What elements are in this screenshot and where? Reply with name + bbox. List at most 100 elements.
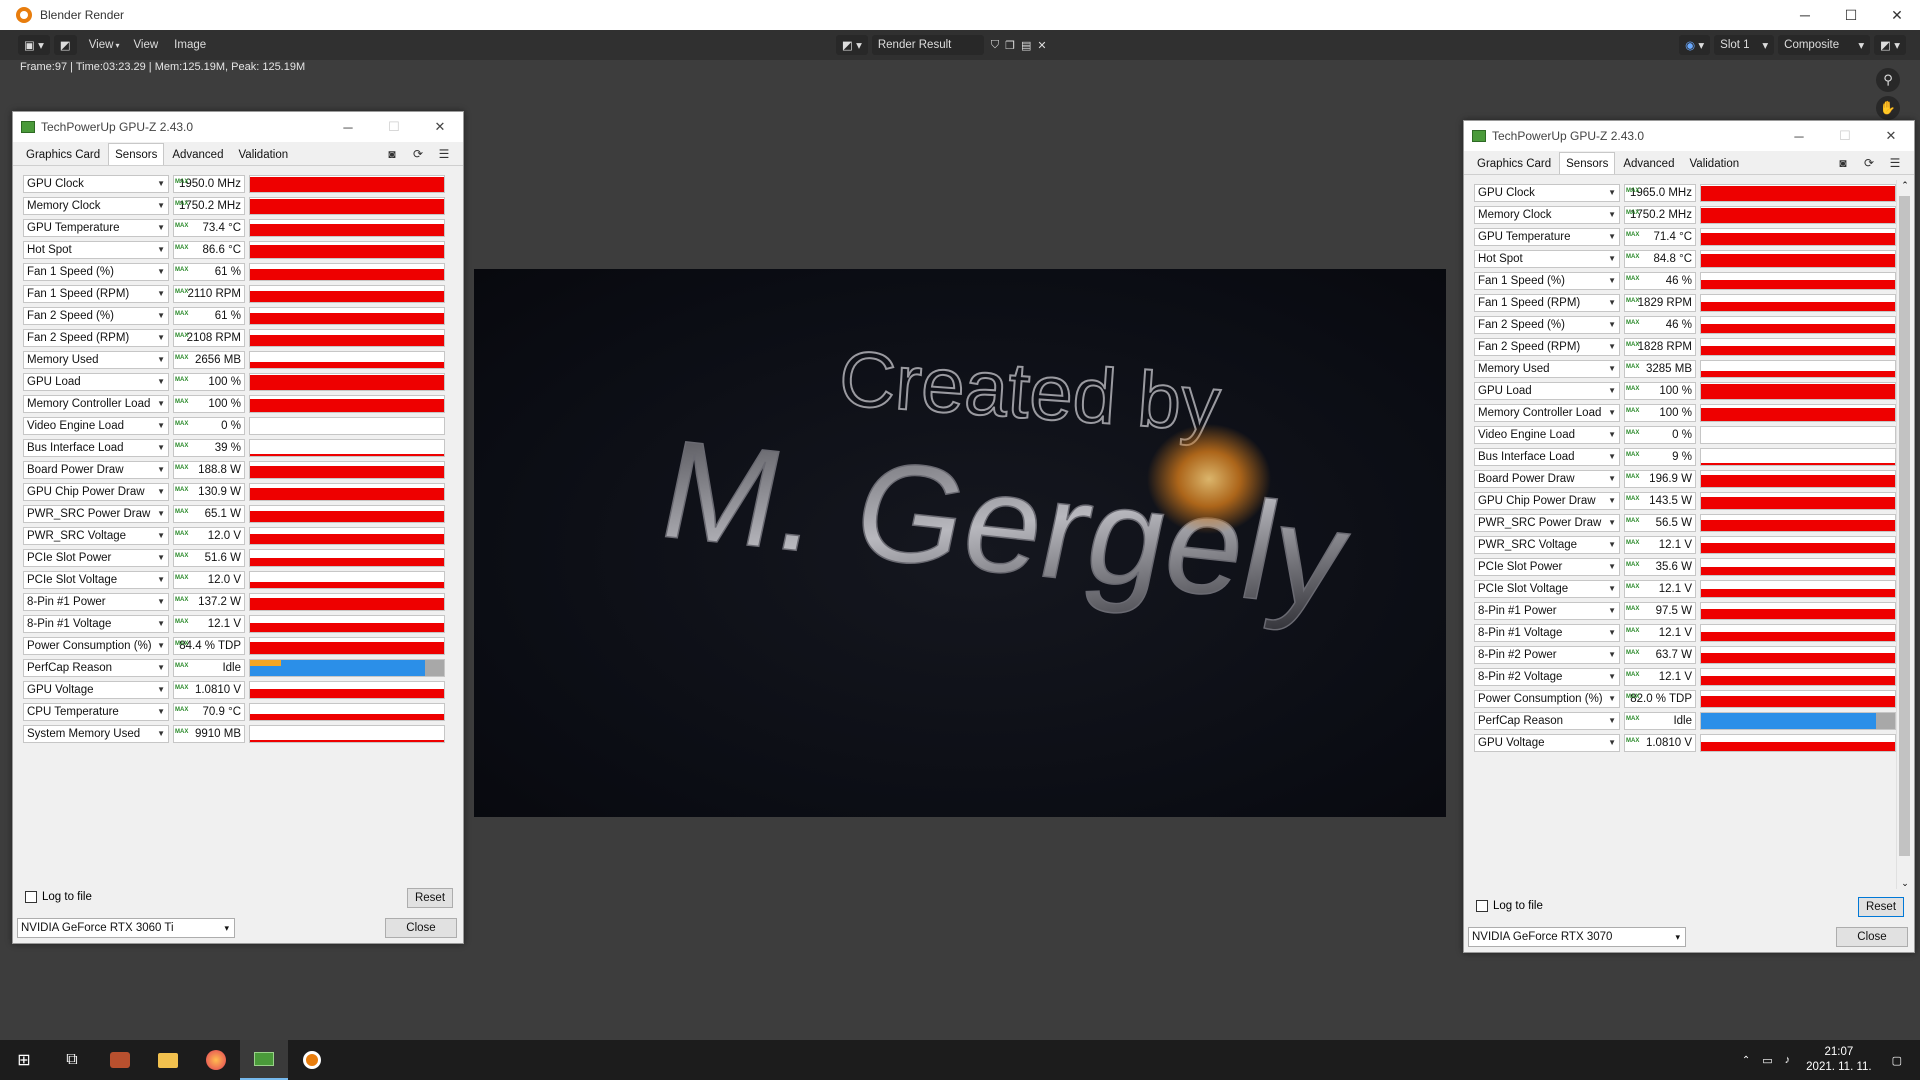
sensor-name-select[interactable]: Fan 1 Speed (RPM) ▼	[1474, 294, 1620, 312]
shield-icon[interactable]: ⛉	[991, 39, 999, 52]
sensor-name-select[interactable]: 8-Pin #1 Voltage ▼	[1474, 624, 1620, 642]
sensor-name-select[interactable]: GPU Load ▼	[1474, 382, 1620, 400]
sensor-value[interactable]: MAX 1828 RPM	[1624, 338, 1696, 356]
sensor-value[interactable]: MAX 0 %	[173, 417, 245, 435]
refresh-icon[interactable]: ⟳	[1856, 154, 1882, 172]
sensor-value[interactable]: MAX 70.9 °C	[173, 703, 245, 721]
sensor-name-select[interactable]: 8-Pin #2 Power ▼	[1474, 646, 1620, 664]
gpu-select[interactable]: NVIDIA GeForce RTX 3060 Ti ▾	[17, 918, 235, 938]
tab-graphics-card[interactable]: Graphics Card	[19, 145, 107, 165]
close-button[interactable]: Close	[385, 918, 457, 938]
camera-icon[interactable]: ◙	[1830, 154, 1856, 172]
sensor-name-select[interactable]: Memory Clock ▼	[1474, 206, 1620, 224]
sensor-name-select[interactable]: Fan 2 Speed (RPM) ▼	[23, 329, 169, 347]
minimize-icon[interactable]: ─	[1782, 0, 1828, 30]
sensor-value[interactable]: MAX 100 %	[1624, 382, 1696, 400]
chevron-up-icon[interactable]: ⌃	[1742, 1055, 1750, 1066]
sensor-name-select[interactable]: GPU Clock ▼	[23, 175, 169, 193]
sensor-value[interactable]: MAX 12.1 V	[173, 615, 245, 633]
sensor-name-select[interactable]: PWR_SRC Voltage ▼	[1474, 536, 1620, 554]
close-button[interactable]: Close	[1836, 927, 1908, 947]
notifications-icon[interactable]: ▢	[1892, 1054, 1902, 1067]
menu-icon[interactable]: ☰	[431, 145, 457, 163]
sensor-value[interactable]: MAX 82.0 % TDP	[1624, 690, 1696, 708]
sensor-value[interactable]: MAX 137.2 W	[173, 593, 245, 611]
image-name-field[interactable]: Render Result	[871, 35, 984, 55]
sensor-value[interactable]: MAX 56.5 W	[1624, 514, 1696, 532]
file-explorer-icon[interactable]	[144, 1040, 192, 1080]
tab-validation[interactable]: Validation	[1682, 154, 1746, 174]
sensor-name-select[interactable]: PerfCap Reason ▼	[1474, 712, 1620, 730]
sensor-value[interactable]: MAX 12.1 V	[1624, 580, 1696, 598]
layer-select[interactable]: Composite ▾	[1778, 35, 1871, 55]
checkbox-box[interactable]	[1476, 900, 1488, 912]
sensor-value[interactable]: MAX 84.4 % TDP	[173, 637, 245, 655]
sensor-value[interactable]: MAX Idle	[1624, 712, 1696, 730]
pan-hand-icon[interactable]: ✋	[1876, 96, 1900, 120]
sensor-value[interactable]: MAX 143.5 W	[1624, 492, 1696, 510]
sensor-value[interactable]: MAX 130.9 W	[173, 483, 245, 501]
sensor-value[interactable]: MAX 1750.2 MHz	[173, 197, 245, 215]
sensor-value[interactable]: MAX 63.7 W	[1624, 646, 1696, 664]
sensor-value[interactable]: MAX 86.6 °C	[173, 241, 245, 259]
zoom-icon[interactable]: ⚲	[1876, 68, 1900, 92]
sensor-name-select[interactable]: GPU Temperature ▼	[1474, 228, 1620, 246]
sensor-name-select[interactable]: GPU Chip Power Draw ▼	[1474, 492, 1620, 510]
image-browse-button[interactable]: ◩ ▾	[836, 35, 868, 55]
sensor-name-select[interactable]: Board Power Draw ▼	[23, 461, 169, 479]
sensor-name-select[interactable]: Fan 2 Speed (%) ▼	[1474, 316, 1620, 334]
sensor-value[interactable]: MAX 61 %	[173, 263, 245, 281]
sensor-value[interactable]: MAX 1.0810 V	[173, 681, 245, 699]
sidebar-toggle-button[interactable]: ◩ ▾	[1874, 35, 1906, 55]
sensor-name-select[interactable]: 8-Pin #1 Power ▼	[1474, 602, 1620, 620]
close-icon[interactable]: ✕	[1868, 121, 1914, 151]
sensor-value[interactable]: MAX 39 %	[173, 439, 245, 457]
sensor-name-select[interactable]: Fan 2 Speed (%) ▼	[23, 307, 169, 325]
sensor-value[interactable]: MAX 9 %	[1624, 448, 1696, 466]
sensor-value[interactable]: MAX 65.1 W	[173, 505, 245, 523]
menu-view-2[interactable]: View	[133, 39, 158, 51]
editor-type-button[interactable]: ▣ ▾	[18, 35, 50, 55]
sensor-name-select[interactable]: GPU Chip Power Draw ▼	[23, 483, 169, 501]
display-channels-button[interactable]: ◉ ▾	[1679, 35, 1711, 55]
sensor-value[interactable]: MAX 71.4 °C	[1624, 228, 1696, 246]
close-icon[interactable]: ✕	[1874, 0, 1920, 30]
network-icon[interactable]: ▭	[1762, 1054, 1772, 1067]
sensor-value[interactable]: MAX Idle	[173, 659, 245, 677]
sensor-value[interactable]: MAX 61 %	[173, 307, 245, 325]
sensor-value[interactable]: MAX 12.1 V	[1624, 624, 1696, 642]
sensor-name-select[interactable]: Memory Clock ▼	[23, 197, 169, 215]
scroll-down-icon[interactable]: ⌄	[1897, 878, 1913, 889]
volume-icon[interactable]: ♪	[1785, 1054, 1791, 1066]
checkbox-box[interactable]	[25, 891, 37, 903]
tab-validation[interactable]: Validation	[231, 145, 295, 165]
sensor-name-select[interactable]: PCIe Slot Power ▼	[23, 549, 169, 567]
sensor-name-select[interactable]: Fan 1 Speed (%) ▼	[1474, 272, 1620, 290]
sensor-value[interactable]: MAX 1750.2 MHz	[1624, 206, 1696, 224]
sensor-value[interactable]: MAX 3285 MB	[1624, 360, 1696, 378]
clock[interactable]: 21:07 2021. 11. 11.	[1806, 1045, 1871, 1075]
sensor-value[interactable]: MAX 2656 MB	[173, 351, 245, 369]
sensor-name-select[interactable]: CPU Temperature ▼	[23, 703, 169, 721]
sensor-value[interactable]: MAX 100 %	[173, 395, 245, 413]
sensor-name-select[interactable]: PWR_SRC Power Draw ▼	[23, 505, 169, 523]
gpuz-taskbar-icon[interactable]	[240, 1040, 288, 1080]
sensor-name-select[interactable]: PerfCap Reason ▼	[23, 659, 169, 677]
tab-advanced[interactable]: Advanced	[165, 145, 230, 165]
sensor-name-select[interactable]: Power Consumption (%) ▼	[23, 637, 169, 655]
sensor-name-select[interactable]: Video Engine Load ▼	[23, 417, 169, 435]
sensor-value[interactable]: MAX 100 %	[173, 373, 245, 391]
reset-button[interactable]: Reset	[407, 888, 453, 908]
sensor-name-select[interactable]: PWR_SRC Voltage ▼	[23, 527, 169, 545]
sensor-name-select[interactable]: Fan 1 Speed (RPM) ▼	[23, 285, 169, 303]
sensor-value[interactable]: MAX 1965.0 MHz	[1624, 184, 1696, 202]
minimize-icon[interactable]: ─	[325, 112, 371, 142]
sensor-value[interactable]: MAX 12.1 V	[1624, 536, 1696, 554]
sensor-value[interactable]: MAX 51.6 W	[173, 549, 245, 567]
sensor-value[interactable]: MAX 97.5 W	[1624, 602, 1696, 620]
sensor-name-select[interactable]: GPU Load ▼	[23, 373, 169, 391]
log-to-file-checkbox[interactable]: Log to file	[1476, 900, 1543, 912]
sensor-name-select[interactable]: Memory Controller Load ▼	[23, 395, 169, 413]
sensor-value[interactable]: MAX 12.0 V	[173, 527, 245, 545]
menu-image[interactable]: Image	[174, 39, 206, 51]
